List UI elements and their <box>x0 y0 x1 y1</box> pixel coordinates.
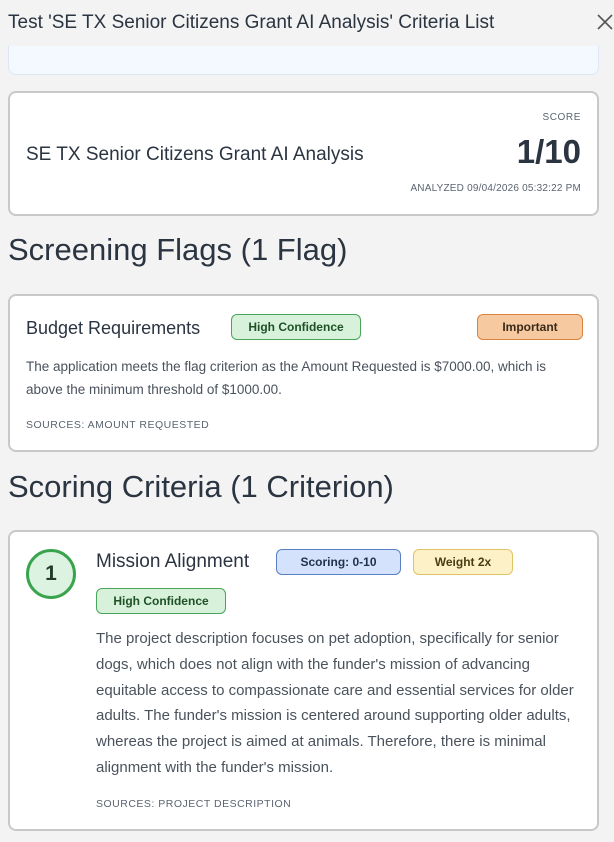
criterion-sources: SOURCES: PROJECT DESCRIPTION <box>96 798 292 810</box>
analyzed-timestamp: ANALYZED 09/04/2026 05:32:22 PM <box>410 183 581 194</box>
criterion-description: The project description focuses on pet a… <box>96 630 574 776</box>
scoring-range-badge: Scoring: 0-10 <box>276 549 401 575</box>
criterion-card: 1 Mission Alignment Scoring: 0-10 Weight… <box>8 530 599 831</box>
flag-sources: SOURCES: AMOUNT REQUESTED <box>26 419 210 431</box>
analysis-summary-card: SE TX Senior Citizens Grant AI Analysis … <box>8 91 599 216</box>
analysis-name: SE TX Senior Citizens Grant AI Analysis <box>26 144 364 165</box>
criterion-name: Mission Alignment <box>96 551 250 572</box>
screening-flags-heading: Screening Flags (1 Flag) <box>8 232 348 267</box>
score-label: SCORE <box>542 112 581 123</box>
score-value: 1/10 <box>516 133 581 170</box>
modal-header: Test 'SE TX Senior Citizens Grant AI Ana… <box>0 0 614 46</box>
close-icon <box>597 14 613 30</box>
confidence-badge: High Confidence <box>231 314 361 340</box>
info-panel <box>8 46 599 75</box>
modal-title: Test 'SE TX Senior Citizens Grant AI Ana… <box>8 12 495 33</box>
weight-badge: Weight 2x <box>413 549 513 575</box>
criterion-number-badge: 1 <box>26 549 76 599</box>
scoring-criteria-heading: Scoring Criteria (1 Criterion) <box>8 469 394 504</box>
flag-name: Budget Requirements <box>26 318 201 338</box>
confidence-badge: High Confidence <box>96 588 226 614</box>
flag-description: The application meets the flag criterion… <box>26 359 547 397</box>
flag-card: Budget Requirements High Confidence Impo… <box>8 294 599 452</box>
importance-badge: Important <box>477 314 583 340</box>
close-button[interactable] <box>594 11 614 33</box>
